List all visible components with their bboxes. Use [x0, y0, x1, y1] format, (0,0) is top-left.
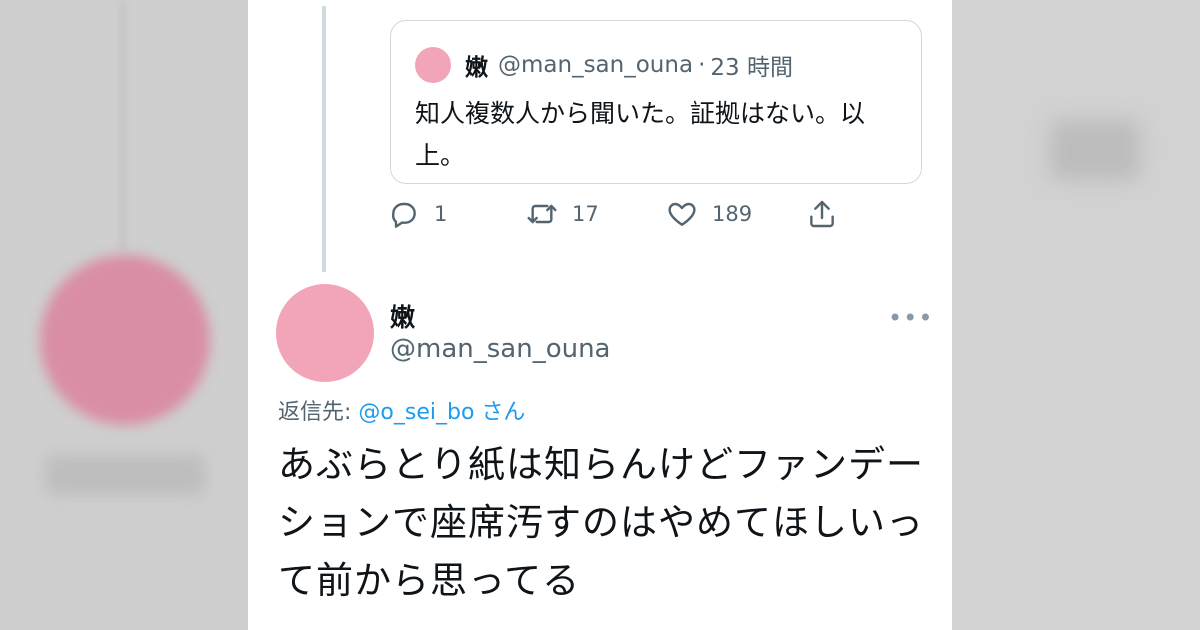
tweet-card: 嫩 @man_san_ouna · 23 時間 知人複数人から聞いた。証拠はない…	[248, 0, 952, 630]
author-display-name[interactable]: 嫩	[390, 298, 415, 334]
reply-to-mention[interactable]: @o_sei_bo	[358, 400, 474, 425]
quoted-avatar[interactable]	[415, 47, 451, 83]
quoted-handle: @man_san_ouna	[498, 52, 694, 78]
like-button[interactable]: 189	[666, 198, 752, 230]
quoted-tweet[interactable]: 嫩 @man_san_ouna · 23 時間 知人複数人から聞いた。証拠はない…	[390, 20, 922, 184]
background-thread-line	[120, 0, 126, 250]
background-avatar	[40, 255, 210, 425]
tweet-text: あぶらとり紙は知らんけどファンデーションで座席汚すのはやめてほしいって前から思っ…	[278, 443, 924, 602]
like-count: 189	[712, 202, 753, 226]
author-avatar[interactable]	[276, 284, 374, 382]
more-icon[interactable]: •••	[888, 304, 933, 332]
background-right-panel	[952, 0, 1200, 630]
retweet-icon	[527, 204, 557, 224]
quoted-display-name[interactable]: 嫩	[465, 48, 488, 82]
quoted-timestamp[interactable]: 23 時間	[710, 48, 793, 82]
share-button[interactable]	[806, 198, 852, 230]
quoted-tweet-text: 知人複数人から聞いた。証拠はない。以上。	[415, 99, 866, 170]
tweet-actions: 1 17 189	[388, 198, 858, 238]
author-handle[interactable]: @man_san_ouna	[390, 334, 611, 364]
reply-count: 1	[434, 202, 448, 226]
quoted-separator: ·	[698, 52, 706, 78]
reply-icon	[391, 202, 416, 228]
thread-line	[322, 6, 326, 272]
like-icon	[668, 202, 696, 226]
retweet-button[interactable]: 17	[526, 198, 599, 230]
share-icon	[810, 200, 834, 228]
quoted-tweet-header: 嫩 @man_san_ouna · 23 時間	[415, 47, 793, 83]
reply-to-suffix: さん	[474, 400, 526, 425]
background-shape	[1050, 120, 1140, 180]
retweet-count: 17	[572, 202, 599, 226]
reply-button[interactable]: 1	[388, 198, 447, 230]
background-shape	[45, 455, 205, 495]
reply-to-prefix: 返信先:	[278, 400, 359, 425]
reply-to-line: 返信先: @o_sei_bo さん	[278, 394, 525, 426]
